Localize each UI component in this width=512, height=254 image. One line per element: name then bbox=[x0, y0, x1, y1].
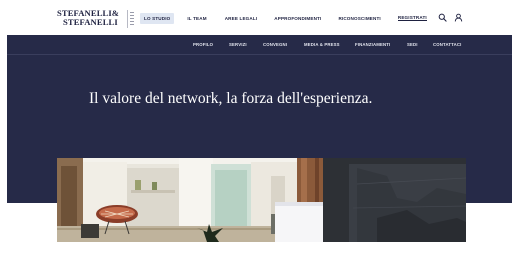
subnav-item-contattaci[interactable]: CONTATTACI bbox=[433, 42, 461, 47]
logo[interactable]: STEFANELLI& STEFANELLI bbox=[57, 9, 137, 29]
nav-item-approfondimenti[interactable]: APPROFONDIMENTI bbox=[274, 16, 321, 21]
main-nav: LO STUDIO IL TEAM AREE LEGALI APPROFONDI… bbox=[140, 12, 427, 24]
nav-item-registrati[interactable]: REGISTRATI bbox=[397, 15, 427, 21]
nav-item-riconoscimenti[interactable]: RICONOSCIMENTI bbox=[338, 16, 380, 21]
nav-item-lo-studio[interactable]: LO STUDIO bbox=[140, 12, 175, 24]
hero-photo bbox=[57, 158, 466, 242]
page: STEFANELLI& STEFANELLI LO STUDIO IL TEAM… bbox=[0, 0, 512, 254]
logo-line-2: STEFANELLI bbox=[63, 16, 118, 27]
subnav-item-convegni[interactable]: CONVEGNI bbox=[263, 42, 287, 47]
site-header: STEFANELLI& STEFANELLI LO STUDIO IL TEAM… bbox=[0, 0, 512, 36]
subnav-item-profilo[interactable]: PROFILO bbox=[193, 42, 213, 47]
nav-item-il-team[interactable]: IL TEAM bbox=[187, 16, 206, 21]
subnav-item-sedi[interactable]: SEDI bbox=[407, 42, 418, 47]
user-icon[interactable] bbox=[454, 13, 463, 22]
nav-item-aree-legali[interactable]: AREE LEGALI bbox=[225, 16, 258, 21]
subnav-item-finanziamenti[interactable]: FINANZIAMENTI bbox=[355, 42, 390, 47]
subnav-item-servizi[interactable]: SERVIZI bbox=[229, 42, 247, 47]
subnav-item-media-press[interactable]: MEDIA & PRESS bbox=[304, 42, 340, 47]
search-icon[interactable] bbox=[438, 13, 447, 22]
sub-nav: PROFILO SERVIZI CONVEGNI MEDIA & PRESS F… bbox=[7, 35, 512, 55]
hero-title: Il valore del network, la forza dell'esp… bbox=[89, 90, 373, 107]
logo-mark bbox=[127, 10, 135, 28]
